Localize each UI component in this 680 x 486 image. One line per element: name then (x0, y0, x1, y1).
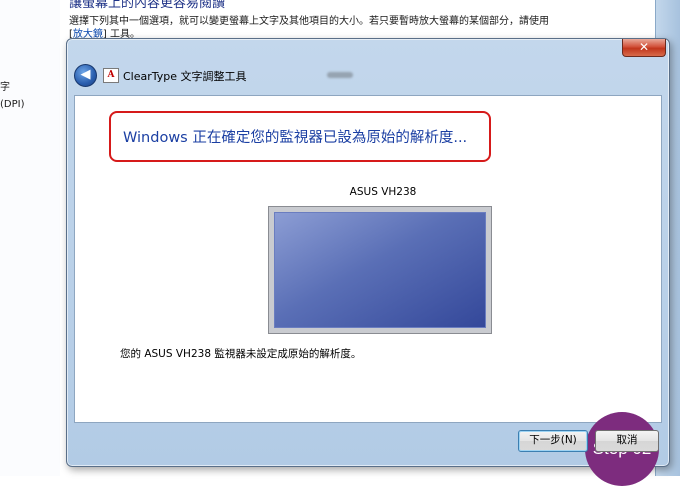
close-icon: ✕ (638, 40, 650, 54)
blurred-region (327, 72, 353, 78)
close-button[interactable]: ✕ (622, 39, 666, 57)
back-arrow-icon: ◀ (80, 67, 91, 82)
next-button[interactable]: 下一步(N) (518, 430, 588, 452)
cleartype-dialog: ✕ ◀ A ClearType 文字調整工具 Windows 正在確定您的監視器… (66, 38, 670, 486)
monitor-illustration (268, 206, 492, 334)
monitor-name: ASUS VH238 (349, 186, 417, 198)
control-panel-sidebar: 字 (DPI) (0, 0, 60, 476)
heading-highlight: Windows 正在確定您的監視器已設為原始的解析度... (109, 111, 491, 162)
dialog-title-bar: ◀ A ClearType 文字調整工具 (73, 61, 663, 89)
dialog-content: Windows 正在確定您的監視器已設為原始的解析度... ASUS VH238… (74, 95, 662, 486)
background-description: 選擇下列其中一個選項，就可以變更螢幕上文字及其他項目的大小。若只要暫時放大螢幕的… (69, 16, 549, 27)
dialog-title: ClearType 文字調整工具 (123, 70, 247, 83)
sidebar-item-text[interactable]: 字 (0, 78, 10, 93)
resolution-status-text: 您的 ASUS VH238 監視器未設定成原始的解析度。 (120, 348, 362, 360)
background-heading: 讓螢幕上的內容更容易閱讀 (69, 0, 226, 11)
cancel-button[interactable]: 取消 (595, 430, 659, 452)
page-title: Windows 正在確定您的監視器已設為原始的解析度... (123, 130, 468, 146)
sidebar-item-dpi[interactable]: (DPI) (0, 99, 24, 110)
cleartype-app-icon: A (103, 68, 119, 83)
monitor-screen (274, 212, 486, 328)
back-button[interactable]: ◀ (74, 64, 97, 87)
dialog-footer: 下一步(N) 取消 (74, 422, 660, 462)
